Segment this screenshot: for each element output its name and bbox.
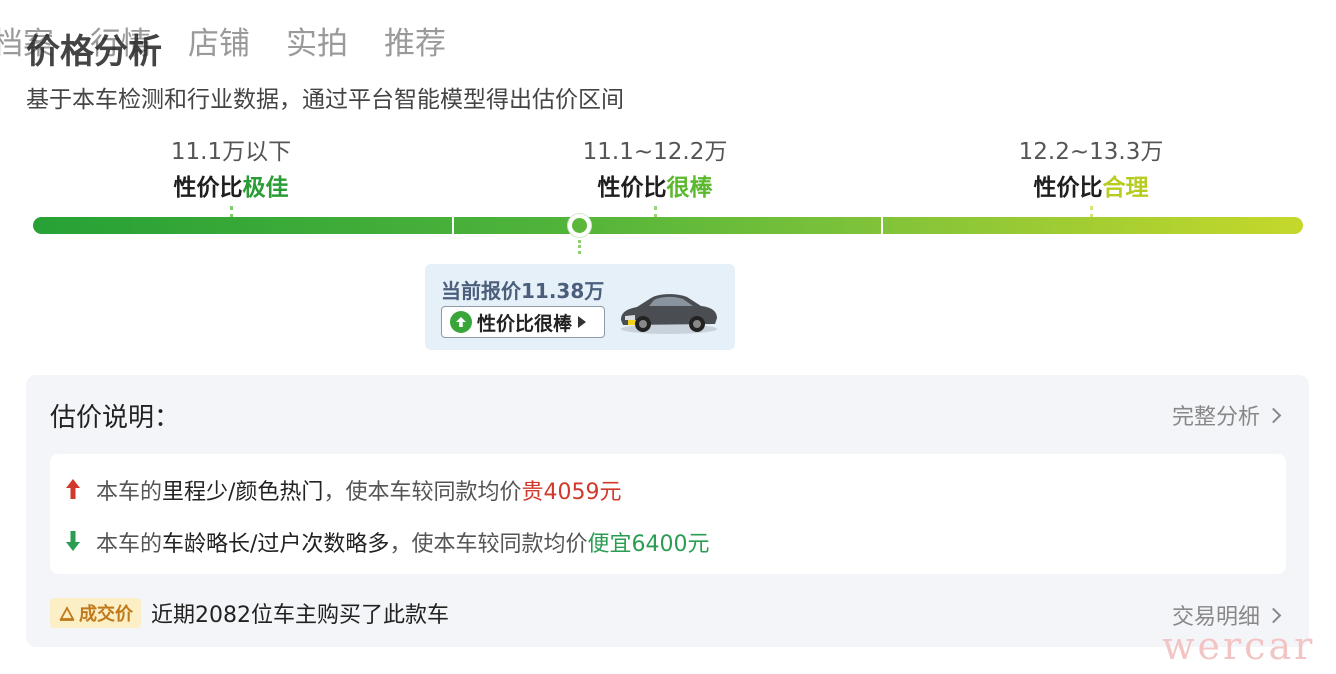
price-range-excellent: 11.1万以下 性价比极佳 (101, 132, 361, 218)
deal-tag-label: 成交价 (79, 604, 133, 625)
range-price: 11.1万以下 (170, 139, 292, 165)
range-rating: 性价比合理 (961, 168, 1221, 202)
arrow-down-icon (62, 530, 84, 554)
tab-photos[interactable]: 实拍 (286, 18, 348, 63)
reason-middle: ，使本车较同款均价 (323, 480, 522, 505)
full-analysis-link[interactable]: 完整分析 (1171, 399, 1282, 431)
rating-prefix: 性价比 (597, 175, 667, 201)
deal-summary-text: 近期2082位车主购买了此款车 (151, 603, 449, 628)
current-price-label: 当前报价11.38万 (441, 279, 605, 303)
bar-divider (452, 217, 454, 234)
price-tag-icon (59, 606, 75, 621)
deal-summary-row: 成交价 近期2082位车主购买了此款车 (50, 597, 449, 629)
panel-title: 估价说明： (50, 403, 181, 433)
current-quote-card[interactable]: 当前报价11.38万 性价比很棒 (425, 264, 735, 350)
price-range-reasonable: 12.2~13.3万 性价比合理 (961, 132, 1221, 218)
price-scale-bar (33, 217, 1303, 234)
reason-prefix: 本车的 (96, 480, 163, 505)
rating-prefix: 性价比 (1033, 175, 1103, 201)
section-title: 价格分析 (26, 32, 162, 72)
tab-shop[interactable]: 店铺 (188, 18, 250, 63)
watermark: wercar (1162, 624, 1316, 668)
rating-value: 合理 (1102, 175, 1149, 201)
car-thumbnail (621, 294, 717, 334)
rating-prefix: 性价比 (173, 175, 243, 201)
range-rating: 性价比极佳 (101, 168, 361, 202)
deal-price-tag: 成交价 (50, 598, 141, 628)
arrow-up-circle-icon (450, 311, 472, 333)
play-triangle-icon (578, 316, 587, 328)
reason-item-up: 本车的 里程少/颜色热门 ，使本车较同款均价 贵4059元 (62, 474, 621, 506)
reason-prefix: 本车的 (96, 532, 163, 557)
chevron-right-icon (1265, 407, 1282, 423)
reason-factor: 里程少/颜色热门 (162, 480, 324, 505)
reason-item-down: 本车的 车龄略长/过户次数略多 ，使本车较同款均价 便宜6400元 (62, 526, 709, 558)
bar-divider (881, 217, 883, 234)
reason-list: 本车的 里程少/颜色热门 ，使本车较同款均价 贵4059元 本车的 车龄略长/过户次数略… (50, 454, 1286, 574)
arrow-up-icon (62, 478, 84, 502)
current-price-marker (568, 214, 591, 237)
section-subtitle: 基于本车检测和行业数据，通过平台智能模型得出估价区间 (26, 87, 624, 113)
reason-factor: 车龄略长/过户次数略多 (162, 532, 390, 557)
range-price: 12.2~13.3万 (1018, 139, 1164, 165)
marker-connector (578, 240, 581, 254)
valuation-explanation-panel: 估价说明： 完整分析 本车的 里程少/颜色热门 ，使本车较同款均价 贵4059元 本车… (26, 375, 1309, 647)
price-range-great: 11.1~12.2万 性价比很棒 (525, 132, 785, 218)
range-price: 11.1~12.2万 (582, 139, 728, 165)
reason-middle: ，使本车较同款均价 (389, 532, 588, 557)
rating-value: 极佳 (242, 175, 289, 201)
chevron-right-icon (1265, 607, 1282, 623)
range-rating: 性价比很棒 (525, 168, 785, 202)
rating-value: 很棒 (666, 175, 713, 201)
reason-effect: 便宜6400元 (587, 532, 710, 557)
full-analysis-label: 完整分析 (1171, 405, 1260, 430)
value-rating-badge[interactable]: 性价比很棒 (441, 306, 605, 338)
tab-recommend[interactable]: 推荐 (384, 18, 446, 63)
reason-effect: 贵4059元 (521, 480, 622, 505)
badge-label: 性价比很棒 (477, 312, 573, 335)
